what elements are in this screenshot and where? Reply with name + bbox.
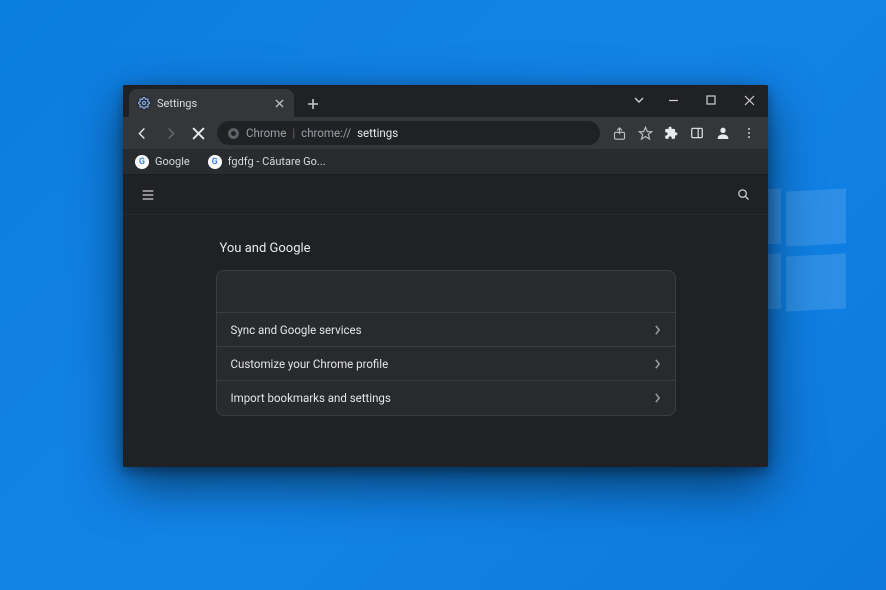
bookmark-item-google[interactable]: G Google: [131, 152, 194, 172]
settings-favicon: [137, 96, 151, 110]
nav-back-button[interactable]: [129, 120, 155, 146]
nav-stop-button[interactable]: [185, 120, 211, 146]
omnibox-separator: |: [292, 126, 295, 140]
settings-card: Sync and Google services Customize your …: [216, 270, 676, 416]
bookmark-item-fgdfg[interactable]: G fgdfg - Căutare Go...: [204, 152, 330, 172]
tab-strip: Settings: [123, 85, 768, 117]
extensions-button[interactable]: [658, 120, 684, 146]
section-title: You and Google: [220, 241, 676, 256]
omnibox[interactable]: Chrome | chrome:// settings: [217, 121, 600, 145]
row-label: Customize your Chrome profile: [231, 357, 389, 371]
bookmarks-bar: G Google G fgdfg - Căutare Go...: [123, 149, 768, 175]
share-button[interactable]: [606, 120, 632, 146]
url-prefix: chrome://: [301, 126, 351, 140]
bookmark-label: Google: [155, 155, 190, 168]
tab-title: Settings: [157, 97, 197, 110]
toolbar-right-icons: [606, 120, 762, 146]
row-import-bookmarks[interactable]: Import bookmarks and settings: [217, 381, 675, 415]
row-label: Import bookmarks and settings: [231, 391, 391, 405]
chevron-right-icon: [654, 325, 661, 335]
google-favicon: G: [208, 155, 222, 169]
window-controls: [624, 85, 768, 115]
close-window-button[interactable]: [730, 85, 768, 115]
chevron-right-icon: [654, 393, 661, 403]
row-customize-profile[interactable]: Customize your Chrome profile: [217, 347, 675, 381]
settings-header: [123, 175, 768, 215]
profile-button[interactable]: [710, 120, 736, 146]
tab-close-button[interactable]: [272, 96, 286, 110]
google-favicon: G: [135, 155, 149, 169]
bookmark-label: fgdfg - Căutare Go...: [228, 155, 326, 168]
url-main: settings: [357, 126, 398, 140]
chrome-window: Settings: [123, 85, 768, 467]
chevron-right-icon: [654, 359, 661, 369]
toolbar: Chrome | chrome:// settings: [123, 117, 768, 149]
site-chip-label: Chrome: [246, 126, 286, 140]
maximize-button[interactable]: [692, 85, 730, 115]
kebab-menu-button[interactable]: [736, 120, 762, 146]
settings-search-button[interactable]: [728, 180, 758, 210]
new-tab-button[interactable]: [300, 91, 326, 117]
minimize-button[interactable]: [654, 85, 692, 115]
chrome-chip-icon: [227, 127, 240, 140]
settings-page: You and Google Sync and Google services …: [123, 175, 768, 467]
hamburger-menu-button[interactable]: [133, 180, 163, 210]
nav-forward-button[interactable]: [157, 120, 183, 146]
bookmark-star-button[interactable]: [632, 120, 658, 146]
tab-search-button[interactable]: [624, 85, 654, 115]
row-label: Sync and Google services: [231, 323, 362, 337]
profile-row-placeholder[interactable]: [217, 271, 675, 313]
side-panel-button[interactable]: [684, 120, 710, 146]
row-sync-services[interactable]: Sync and Google services: [217, 313, 675, 347]
site-chip: Chrome: [227, 126, 286, 140]
tab-settings[interactable]: Settings: [129, 89, 294, 117]
settings-body: You and Google Sync and Google services …: [123, 215, 768, 467]
